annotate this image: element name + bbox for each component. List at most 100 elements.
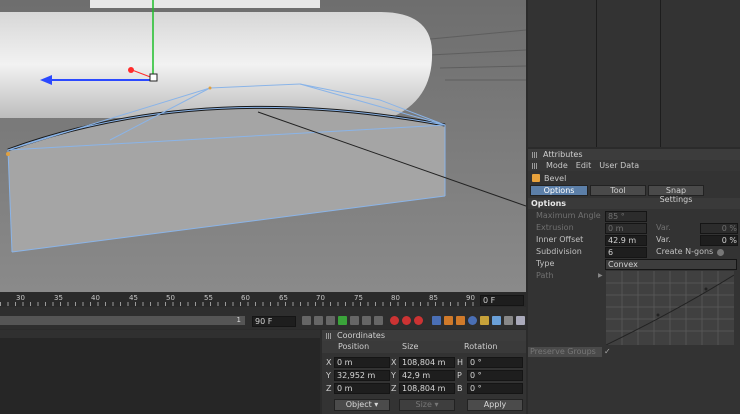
- coord-size-value: Size: [415, 400, 432, 409]
- size-x-field[interactable]: 108,804 m: [399, 357, 455, 368]
- timeline-tick: 60: [241, 294, 250, 302]
- size-z-label: Z: [391, 384, 397, 393]
- check-icon[interactable]: ✓: [604, 347, 611, 356]
- next-key-icon[interactable]: [362, 316, 371, 325]
- var1-field[interactable]: 0 %: [700, 223, 738, 234]
- timeline-settings-icon[interactable]: [504, 316, 513, 325]
- viewport-3d[interactable]: [0, 0, 526, 292]
- object-header: Bevel: [528, 171, 740, 185]
- timeline-tick: 90: [466, 294, 475, 302]
- inner-offset-label: Inner Offset: [536, 235, 584, 244]
- coordinates-title-bar: Coordinates: [322, 330, 526, 341]
- attributes-title: Attributes: [543, 150, 583, 159]
- coord-size-select[interactable]: Size ▾: [399, 399, 455, 411]
- cylinder-top-stub: [90, 0, 320, 8]
- current-frame-field[interactable]: 0 F: [480, 295, 524, 306]
- pos-y-field[interactable]: 32,952 m: [334, 370, 390, 381]
- subdivision-label: Subdivision: [536, 247, 582, 256]
- max-angle-label: Maximum Angle: [536, 211, 601, 220]
- inner-offset-field[interactable]: 42.9 m: [605, 235, 647, 246]
- timeline-tick: 75: [354, 294, 363, 302]
- next-frame-icon[interactable]: [350, 316, 359, 325]
- rot-b-field[interactable]: 0 °: [467, 383, 523, 394]
- prev-frame-icon[interactable]: [326, 316, 335, 325]
- options-form: Maximum Angle 85 ° Extrusion 0 m Var. 0 …: [528, 209, 740, 399]
- pos-z-field[interactable]: 0 m: [334, 383, 390, 394]
- axis-x-knob: [128, 67, 134, 73]
- graph-point: [704, 287, 708, 291]
- coord-mode-select[interactable]: Object ▾: [334, 399, 390, 411]
- path-spline-graph[interactable]: [606, 271, 734, 345]
- size-header: Size: [402, 342, 419, 351]
- frame-range-slider[interactable]: 1: [0, 316, 245, 325]
- rot-p-label: P: [457, 371, 462, 380]
- timeline-layout-icon[interactable]: [516, 316, 525, 325]
- goto-end-icon[interactable]: [374, 316, 383, 325]
- rot-h-field[interactable]: 0 °: [467, 357, 523, 368]
- menu-mode[interactable]: Mode: [546, 161, 568, 170]
- expand-arrow-icon[interactable]: ▶: [598, 272, 603, 279]
- timeline-tick: 55: [204, 294, 213, 302]
- record-icon[interactable]: [390, 316, 399, 325]
- object-manager-panel[interactable]: [528, 0, 740, 147]
- subdivision-field[interactable]: 6: [605, 247, 647, 258]
- material-manager-header: [0, 330, 320, 338]
- timeline-tick: 70: [316, 294, 325, 302]
- timeline-tick: 85: [429, 294, 438, 302]
- timeline-panel[interactable]: 30 35 40 45 50 55 60 65 70 75 80 85 90 0…: [0, 293, 526, 329]
- grip-icon[interactable]: [532, 151, 538, 158]
- menu-edit[interactable]: Edit: [576, 161, 592, 170]
- grip-icon[interactable]: [326, 332, 332, 339]
- extrusion-field[interactable]: 0 m: [605, 223, 647, 234]
- chevron-down-icon: ▾: [374, 400, 379, 409]
- rot-h-label: H: [457, 358, 464, 367]
- play-icon[interactable]: [338, 316, 347, 325]
- column-divider: [596, 0, 597, 147]
- end-frame-field[interactable]: 90 F: [252, 316, 296, 327]
- pla-key-icon[interactable]: [480, 316, 489, 325]
- section-options: Options: [528, 198, 740, 209]
- type-dropdown[interactable]: Convex: [605, 259, 737, 270]
- type-label: Type: [536, 259, 555, 268]
- grip-icon: [532, 162, 538, 169]
- prev-key-icon[interactable]: [314, 316, 323, 325]
- timeline-tick: 80: [391, 294, 400, 302]
- cylinder-object: [0, 12, 433, 118]
- timeline-tick: 45: [129, 294, 138, 302]
- size-y-field[interactable]: 42,9 m: [399, 370, 455, 381]
- goto-start-icon[interactable]: [302, 316, 311, 325]
- path-label: Path: [536, 271, 554, 280]
- bevel-tool-icon: [532, 174, 540, 182]
- pos-x-label: X: [326, 358, 332, 367]
- param-key-icon[interactable]: [468, 316, 477, 325]
- create-ngons-checkbox[interactable]: [717, 249, 724, 256]
- rot-p-field[interactable]: 0 °: [467, 370, 523, 381]
- point-marker: [208, 86, 212, 90]
- timeline-ruler[interactable]: 30 35 40 45 50 55 60 65 70 75 80 85 90 0…: [0, 293, 526, 307]
- size-z-field[interactable]: 108,804 m: [399, 383, 455, 394]
- menu-user-data[interactable]: User Data: [599, 161, 639, 170]
- scale-key-icon[interactable]: [444, 316, 453, 325]
- coordinates-title: Coordinates: [337, 331, 386, 340]
- timeline-tick: 65: [279, 294, 288, 302]
- size-y-label: Y: [391, 371, 396, 380]
- autokey-icon[interactable]: [402, 316, 411, 325]
- point-marker: [6, 152, 10, 156]
- max-angle-field[interactable]: 85 °: [605, 211, 647, 222]
- apply-button[interactable]: Apply: [467, 399, 523, 411]
- var1-label: Var.: [656, 223, 671, 232]
- timeline-tick: 50: [166, 294, 175, 302]
- tab-tool[interactable]: Tool: [590, 185, 646, 196]
- var2-field[interactable]: 0 %: [700, 235, 738, 246]
- tab-snap-settings[interactable]: Snap Settings: [648, 185, 704, 204]
- column-divider: [660, 0, 661, 147]
- pos-x-field[interactable]: 0 m: [334, 357, 390, 368]
- keyframe-selection-icon[interactable]: [414, 316, 423, 325]
- material-manager-panel[interactable]: [0, 330, 320, 414]
- point-key-icon[interactable]: [492, 316, 501, 325]
- create-ngons-label: Create N-gons: [656, 247, 714, 256]
- tab-options[interactable]: Options: [530, 185, 588, 196]
- rotate-key-icon[interactable]: [456, 316, 465, 325]
- attributes-menubar: Mode Edit User Data: [528, 160, 740, 171]
- move-key-icon[interactable]: [432, 316, 441, 325]
